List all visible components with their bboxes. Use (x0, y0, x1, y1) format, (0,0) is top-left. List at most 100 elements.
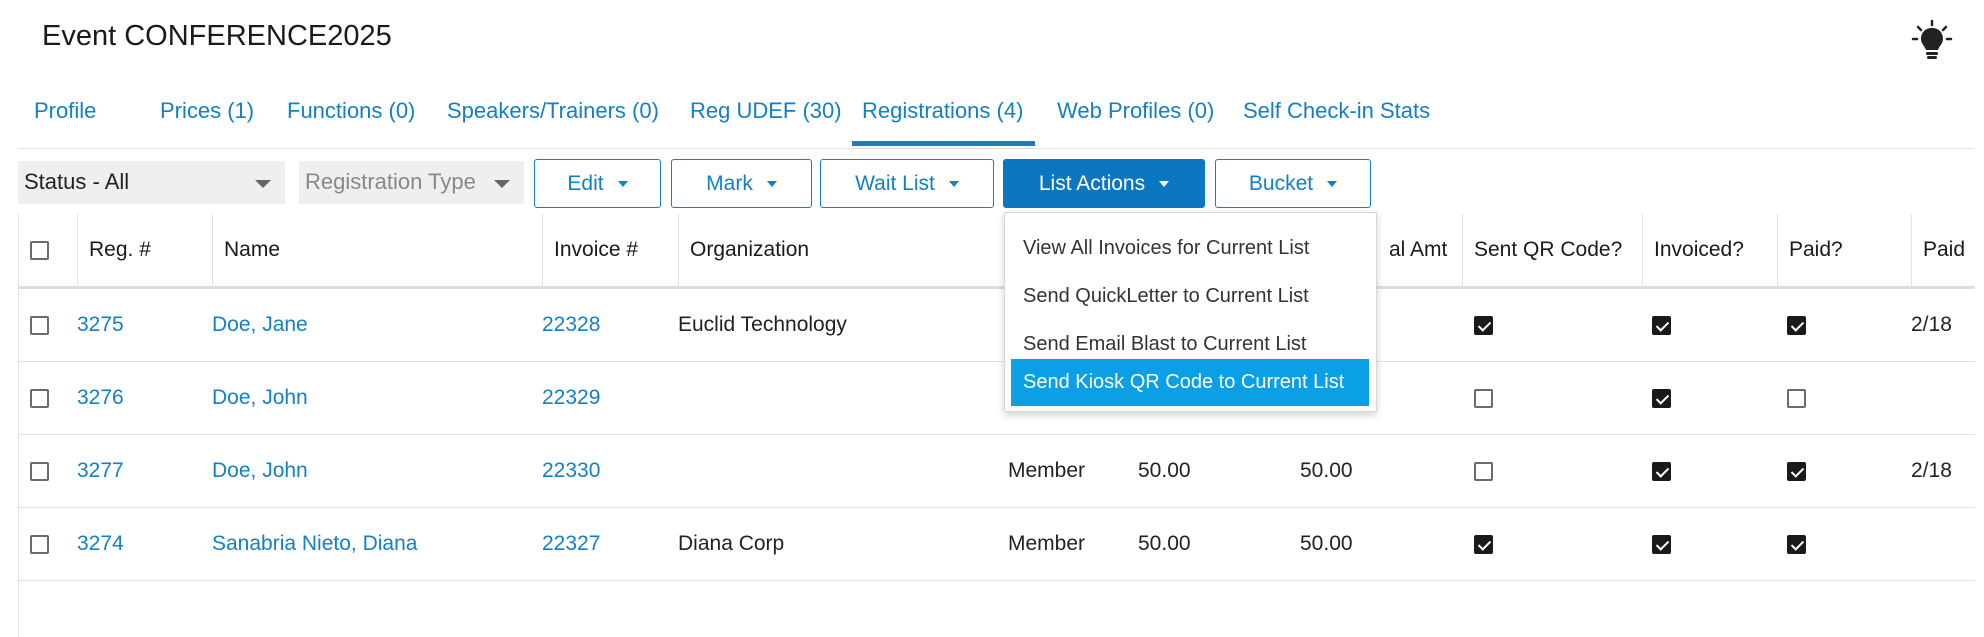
tab-functions[interactable]: Functions (0) (287, 96, 415, 146)
mark-button[interactable]: Mark (671, 159, 812, 208)
reg-number-link[interactable]: 3275 (77, 313, 124, 337)
invoice-number-link[interactable]: 22329 (542, 386, 600, 410)
invoice-cell: 22330 (542, 435, 678, 507)
sent_qr-cell (1462, 289, 1642, 361)
invoice-number-link[interactable]: 22328 (542, 313, 600, 337)
row-select-cell (19, 435, 77, 507)
paid-checkbox[interactable] (1787, 388, 1806, 408)
row-select-checkbox[interactable] (30, 315, 49, 335)
header-reg-number[interactable]: Reg. # (77, 214, 212, 286)
paid_date-cell (1911, 508, 1975, 580)
paid-cell (1777, 435, 1911, 507)
list-actions-menu: View All Invoices for Current List Send … (1004, 212, 1377, 412)
invoiced-cell (1642, 362, 1777, 434)
invoiced-checkbox[interactable] (1652, 461, 1671, 481)
caret-down-icon (617, 181, 628, 188)
sent-qr-checkbox[interactable] (1474, 534, 1493, 554)
reg-number-link[interactable]: 3277 (77, 459, 124, 483)
list-actions-button-label: List Actions (1038, 172, 1146, 195)
select-all-cell (19, 214, 77, 286)
organization-cell: Euclid Technology (678, 313, 847, 336)
caret-down-icon (948, 181, 959, 188)
registrant-name-link[interactable]: Doe, Jane (212, 313, 308, 337)
chevron-down-icon (255, 180, 271, 188)
wait-list-button-label: Wait List (855, 172, 935, 195)
total-amount-cell: 50.00 (1300, 459, 1353, 482)
bucket-button[interactable]: Bucket (1215, 159, 1371, 208)
tab-speakers-trainers[interactable]: Speakers/Trainers (0) (447, 96, 659, 146)
menu-item-send-kiosk-qr-code[interactable]: Send Kiosk QR Code to Current List (1011, 359, 1369, 406)
tab-prices[interactable]: Prices (1) (160, 96, 254, 146)
tab-self-checkin-stats[interactable]: Self Check-in Stats (1243, 96, 1430, 146)
sent_qr-cell (1462, 362, 1642, 434)
org-cell (678, 362, 1008, 434)
tab-reg-udef[interactable]: Reg UDEF (30) (690, 96, 842, 146)
invoice-number-link[interactable]: 22327 (542, 532, 600, 556)
header-paid-date[interactable]: Paid (1911, 214, 1975, 286)
page-title: Event CONFERENCE2025 (42, 20, 392, 52)
invoiced-checkbox[interactable] (1652, 388, 1671, 408)
invoiced-checkbox[interactable] (1652, 534, 1671, 554)
invoiced-cell (1642, 435, 1777, 507)
paid-date-cell: 2/18 (1911, 459, 1952, 482)
menu-item-view-all-invoices[interactable]: View All Invoices for Current List (1011, 225, 1369, 272)
tab-bar: Profile Prices (1) Functions (0) Speaker… (14, 96, 1974, 146)
caret-down-icon (1159, 181, 1170, 188)
reg-number-link[interactable]: 3274 (77, 532, 124, 556)
list-actions-button[interactable]: List Actions (1003, 159, 1205, 208)
edit-button-label: Edit (567, 172, 604, 195)
price-cell: 50.00 (1138, 459, 1191, 482)
header-name[interactable]: Name (212, 214, 542, 286)
header-invoiced[interactable]: Invoiced? (1642, 214, 1777, 286)
sent-qr-checkbox[interactable] (1474, 315, 1493, 335)
row-select-cell (19, 289, 77, 361)
registration-type-placeholder: Registration Type (305, 169, 476, 194)
wait-list-button[interactable]: Wait List (820, 159, 994, 208)
invoice-number-link[interactable]: 22330 (542, 459, 600, 483)
paid-checkbox[interactable] (1787, 315, 1806, 335)
mark-button-label: Mark (706, 172, 753, 195)
caret-down-icon (1327, 181, 1338, 188)
header-organization[interactable]: Organization (678, 214, 1008, 286)
row-select-checkbox[interactable] (30, 534, 49, 554)
type-cell: Member (1008, 508, 1138, 580)
organization-cell: Diana Corp (678, 532, 785, 555)
select-all-checkbox[interactable] (30, 240, 49, 260)
org-cell: Euclid Technology (678, 289, 1008, 361)
reg-number-link[interactable]: 3276 (77, 386, 124, 410)
paid-checkbox[interactable] (1787, 461, 1806, 481)
registration-type-select[interactable]: Registration Type (299, 161, 524, 204)
paid_date-cell: 2/18 (1911, 289, 1975, 361)
sent-qr-checkbox[interactable] (1474, 388, 1493, 408)
toolbar: Status - All Registration Type Edit Mark… (18, 148, 1974, 208)
row-select-checkbox[interactable] (30, 461, 49, 481)
registrant-name-link[interactable]: Doe, John (212, 459, 308, 483)
invoiced-checkbox[interactable] (1652, 315, 1671, 335)
header-invoice-number[interactable]: Invoice # (542, 214, 678, 286)
invoice-cell: 22327 (542, 508, 678, 580)
paid-checkbox[interactable] (1787, 534, 1806, 554)
type-cell: Member (1008, 435, 1138, 507)
price-cell: 50.00 (1138, 532, 1191, 555)
price-cell: 50.00 (1138, 435, 1300, 507)
name-cell: Sanabria Nieto, Diana (212, 508, 542, 580)
invoice-cell: 22328 (542, 289, 678, 361)
reg-cell: 3274 (77, 508, 212, 580)
org-cell: Diana Corp (678, 508, 1008, 580)
tab-web-profiles[interactable]: Web Profiles (0) (1057, 96, 1214, 146)
tab-profile[interactable]: Profile (34, 96, 96, 146)
edit-button[interactable]: Edit (534, 159, 661, 208)
registrant-name-link[interactable]: Sanabria Nieto, Diana (212, 532, 417, 556)
org-cell (678, 435, 1008, 507)
menu-item-send-quickletter[interactable]: Send QuickLetter to Current List (1011, 273, 1369, 320)
status-filter-select[interactable]: Status - All (18, 161, 285, 204)
header-sent-qr-code[interactable]: Sent QR Code? (1462, 214, 1642, 286)
sent-qr-checkbox[interactable] (1474, 461, 1493, 481)
lightbulb-icon[interactable] (1910, 18, 1954, 62)
tab-registrations[interactable]: Registrations (4) (852, 96, 1036, 146)
sent_qr-cell (1462, 435, 1642, 507)
registrant-name-link[interactable]: Doe, John (212, 386, 308, 410)
row-select-checkbox[interactable] (30, 388, 49, 408)
header-paid[interactable]: Paid? (1777, 214, 1911, 286)
reg-cell: 3275 (77, 289, 212, 361)
